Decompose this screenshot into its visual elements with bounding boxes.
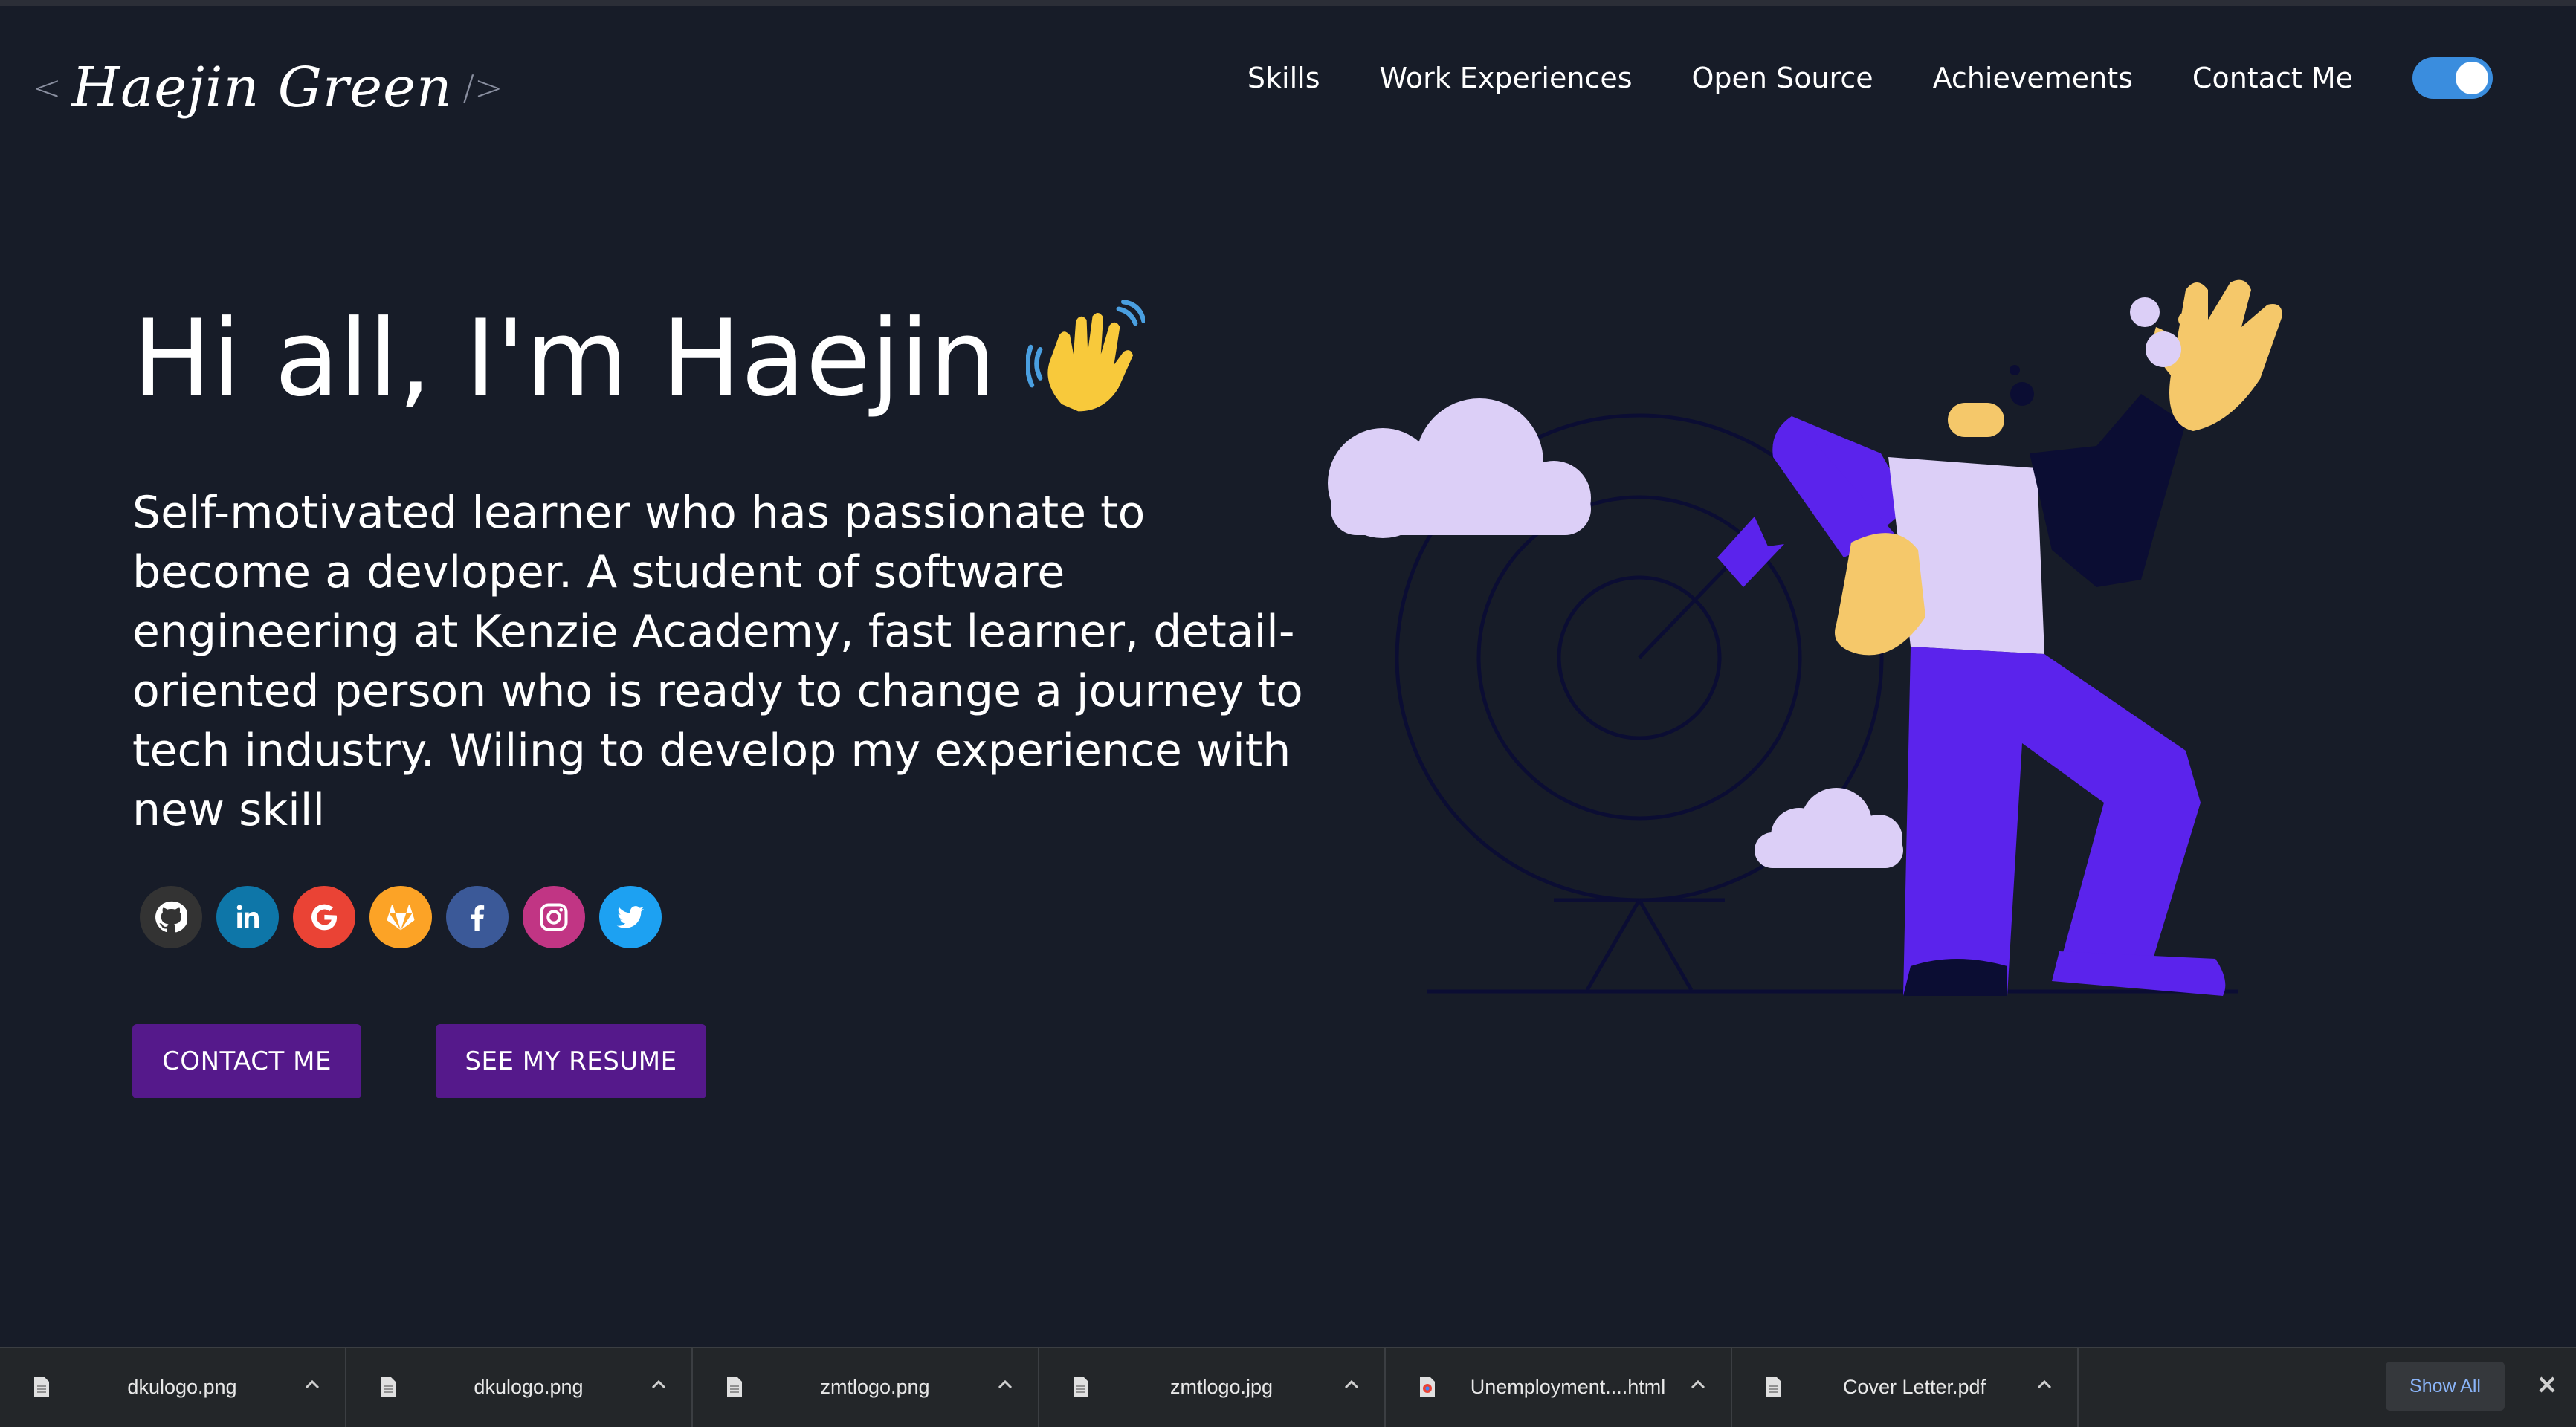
file-icon <box>381 1377 396 1397</box>
download-filename: zmtlogo.png <box>820 1376 930 1398</box>
chevron-up-icon[interactable] <box>651 1377 666 1392</box>
contact-me-button[interactable]: CONTACT ME <box>132 1024 361 1098</box>
chrome-file-icon <box>1420 1377 1435 1397</box>
hero-greeting: Hi all, I'm Haejin <box>132 297 1146 420</box>
page: < Haejin Green /> Skills Work Experience… <box>0 0 2576 1347</box>
instagram-icon <box>540 903 568 931</box>
download-filename: dkulogo.png <box>127 1376 237 1398</box>
download-filename: Cover Letter.pdf <box>1842 1376 1986 1398</box>
download-filename: dkulogo.png <box>474 1376 584 1398</box>
logo-signature: Haejin Green <box>71 56 453 120</box>
show-all-downloads-button[interactable]: Show All <box>2386 1362 2505 1411</box>
nav-skills[interactable]: Skills <box>1247 62 1320 94</box>
download-item[interactable]: Cover Letter.pdf <box>1732 1347 2079 1427</box>
see-my-resume-button[interactable]: SEE MY RESUME <box>436 1024 706 1098</box>
hero-illustration <box>1328 279 2282 996</box>
chevron-up-icon[interactable] <box>305 1377 320 1392</box>
file-icon <box>1766 1377 1781 1397</box>
file-icon <box>727 1377 742 1397</box>
download-item[interactable]: zmtlogo.png <box>693 1347 1039 1427</box>
twitter-link[interactable] <box>599 886 662 948</box>
nav-open-source[interactable]: Open Source <box>1692 62 1873 94</box>
instagram-link[interactable] <box>523 886 585 948</box>
github-icon <box>155 901 187 933</box>
nav-work-experiences[interactable]: Work Experiences <box>1380 62 1633 94</box>
theme-toggle[interactable] <box>2412 57 2493 99</box>
facebook-link[interactable] <box>446 886 509 948</box>
google-link[interactable] <box>293 886 355 948</box>
download-filename: zmtlogo.jpg <box>1169 1376 1274 1398</box>
linkedin-link[interactable] <box>216 886 279 948</box>
toggle-knob <box>2456 62 2488 94</box>
linkedin-icon <box>236 905 259 928</box>
dart-arrow <box>1638 517 1784 659</box>
window-top-edge <box>0 0 2576 6</box>
download-item[interactable]: Unemployment....html <box>1386 1347 1732 1427</box>
chevron-up-icon[interactable] <box>2037 1377 2052 1392</box>
github-link[interactable] <box>140 886 202 948</box>
site-logo[interactable]: < Haejin Green /> <box>33 43 503 132</box>
gitlab-link[interactable] <box>369 886 432 948</box>
logo-close-bracket: /> <box>462 68 503 108</box>
main-nav: Skills Work Experiences Open Source Achi… <box>1247 52 2576 104</box>
nav-achievements[interactable]: Achievements <box>1933 62 2133 94</box>
download-item[interactable]: dkulogo.png <box>346 1347 693 1427</box>
person-figure <box>1772 279 2282 996</box>
cloud-small <box>1755 788 1903 868</box>
chevron-up-icon[interactable] <box>1344 1377 1359 1392</box>
gitlab-icon <box>387 905 415 931</box>
logo-open-bracket: < <box>33 68 62 108</box>
facebook-icon <box>471 905 485 931</box>
google-icon <box>311 904 338 931</box>
file-icon <box>34 1377 49 1397</box>
social-links <box>140 886 676 948</box>
cloud-large <box>1328 398 1591 538</box>
file-icon <box>1074 1377 1088 1397</box>
chevron-up-icon[interactable] <box>998 1377 1013 1392</box>
hero-bio: Self-motivated learner who has passionat… <box>132 487 1303 836</box>
chevron-up-icon[interactable] <box>1691 1377 1705 1392</box>
download-item[interactable]: dkulogo.png <box>0 1347 346 1427</box>
nav-contact-me[interactable]: Contact Me <box>2192 62 2353 94</box>
download-filename: Unemployment....html <box>1470 1376 1666 1398</box>
greeting-text: Hi all, I'm Haejin <box>132 297 997 420</box>
close-downloads-icon[interactable] <box>2536 1373 2558 1396</box>
downloads-bar: dkulogo.png dkulogo.png zmtlogo.png zmtl… <box>0 1347 2576 1427</box>
twitter-icon <box>616 906 645 928</box>
waving-hand-icon <box>1026 299 1146 411</box>
download-item[interactable]: zmtlogo.jpg <box>1039 1347 1386 1427</box>
